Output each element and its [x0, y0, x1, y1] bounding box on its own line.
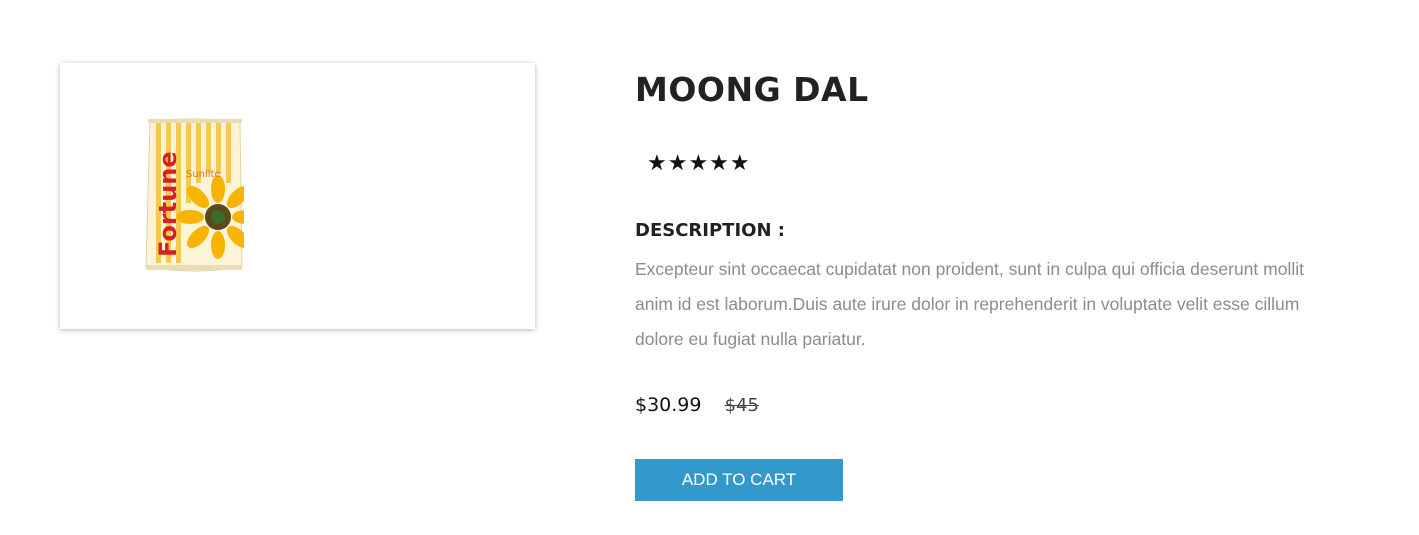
- original-price: $45: [724, 395, 759, 416]
- description-heading: DESCRIPTION :: [635, 220, 785, 241]
- current-price: $30.99: [635, 394, 702, 416]
- product-detail-page: Fortune Sunlite MOONG DAL ★★★★★ DESCRIPT…: [0, 0, 1419, 535]
- star-rating: ★★★★★: [647, 151, 751, 176]
- product-details: MOONG DAL ★★★★★ DESCRIPTION : Excepteur …: [635, 66, 1315, 501]
- product-description: Excepteur sint occaecat cupidatat non pr…: [635, 259, 1304, 349]
- product-sub-brand-text: Sunlite: [186, 169, 221, 180]
- add-to-cart-button[interactable]: ADD TO CART: [635, 459, 843, 501]
- product-image[interactable]: Fortune Sunlite: [144, 117, 244, 279]
- product-brand-text: Fortune: [154, 151, 182, 257]
- price-row: $30.99 $45: [635, 394, 759, 416]
- product-title: MOONG DAL: [635, 70, 869, 109]
- product-image-card: [60, 63, 535, 329]
